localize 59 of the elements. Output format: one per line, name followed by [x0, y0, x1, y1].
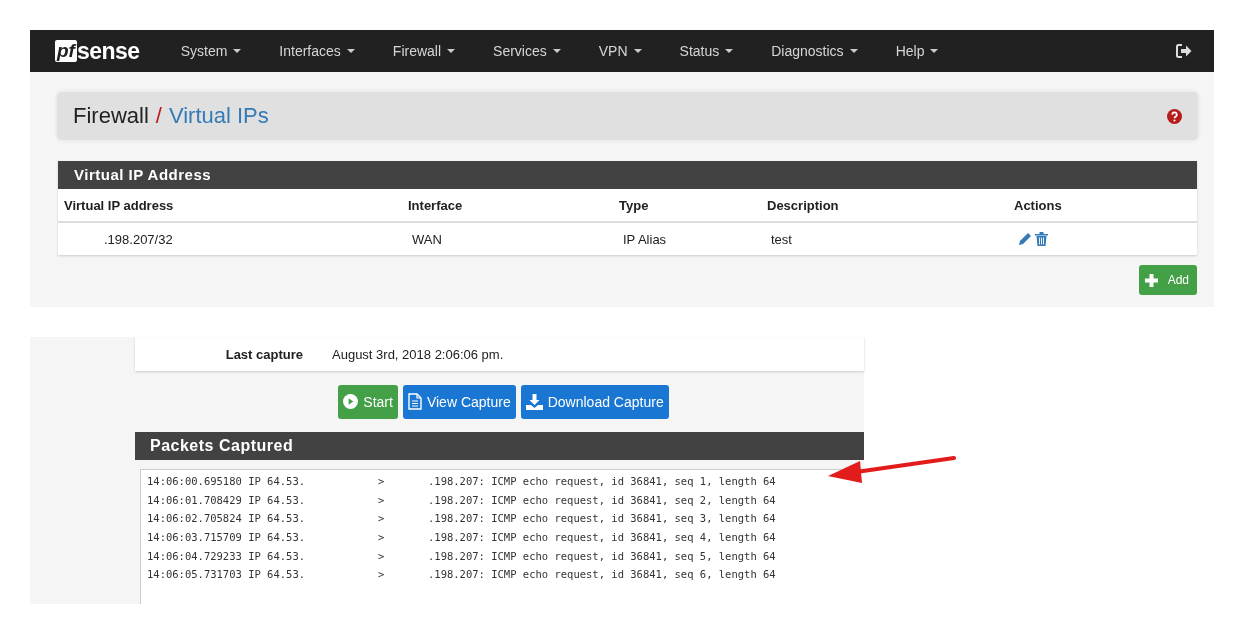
- panel-heading: Virtual IP Address: [58, 161, 1197, 189]
- caret-icon: [346, 49, 355, 53]
- packet-source: 14:06:05.731703 IP 64.53.: [147, 568, 307, 581]
- nav-menu-item[interactable]: Help: [876, 43, 958, 59]
- column-header: Interface: [402, 189, 613, 222]
- nav-menu-item[interactable]: System: [161, 43, 261, 59]
- breadcrumb-separator: /: [155, 103, 162, 129]
- packet-destination: .198.207: ICMP echo request, id 36841, seq 6, length 64: [428, 568, 776, 581]
- caret-icon: [930, 49, 939, 53]
- packet-destination: .198.207: ICMP echo request, id 36841, seq 5, length 64: [428, 549, 776, 562]
- nav-menu-item[interactable]: Status: [660, 43, 753, 59]
- document-icon: [407, 393, 422, 410]
- nav-menu-item[interactable]: VPN: [579, 43, 661, 59]
- packet-destination: .198.207: ICMP echo request, id 36841, seq 1, length 64: [428, 475, 776, 488]
- column-header: Actions: [1008, 189, 1197, 222]
- column-header: Type: [613, 189, 761, 222]
- packet-source: 14:06:01.708429 IP 64.53.: [147, 493, 307, 506]
- table-cell: IP Alias: [613, 222, 761, 255]
- table-cell: .198.207/32: [58, 222, 402, 255]
- nav-menu-item[interactable]: Diagnostics: [752, 43, 877, 59]
- packet-destination: .198.207: ICMP echo request, id 36841, seq 3, length 64: [428, 512, 776, 525]
- column-header: Description: [761, 189, 1008, 222]
- pencil-icon[interactable]: [1018, 232, 1032, 246]
- trash-icon[interactable]: [1035, 232, 1048, 246]
- packet-source: 14:06:02.705824 IP 64.53.: [147, 512, 307, 525]
- nav-menu-item[interactable]: Services: [474, 43, 580, 59]
- breadcrumb-parent: Firewall: [73, 103, 149, 129]
- packet-arrow: >: [378, 549, 386, 562]
- caret-icon: [447, 49, 456, 53]
- caret-icon: [633, 49, 642, 53]
- packet-destination: .198.207: ICMP echo request, id 36841, seq 4, length 64: [428, 531, 776, 544]
- nav-menu-item[interactable]: Firewall: [373, 43, 475, 59]
- download-button[interactable]: Download Capture: [520, 384, 669, 419]
- packet-arrow: >: [378, 531, 386, 544]
- packet-arrow: >: [378, 512, 386, 525]
- packet-arrow: >: [378, 493, 386, 506]
- packet-destination: .198.207: ICMP echo request, id 36841, seq 2, length 64: [428, 493, 776, 506]
- caret-icon: [849, 49, 858, 53]
- download-icon: [525, 393, 543, 410]
- caret-icon: [725, 49, 734, 53]
- panel-heading: Packets Captured: [135, 432, 864, 460]
- packet-source: 14:06:00.695180 IP 64.53.: [147, 475, 307, 488]
- packet-arrow: >: [378, 475, 386, 488]
- logout-icon[interactable]: [1176, 44, 1192, 58]
- caret-icon: [552, 49, 561, 53]
- packet-source: 14:06:03.715709 IP 64.53.: [147, 531, 307, 544]
- table-cell: test: [761, 222, 1008, 255]
- help-icon[interactable]: [1167, 108, 1182, 124]
- view-button[interactable]: View Capture: [402, 384, 516, 419]
- caret-icon: [233, 49, 242, 53]
- play-icon: [343, 394, 359, 409]
- plus-icon: [1144, 273, 1158, 287]
- packet-source: 14:06:04.729233 IP 64.53.: [147, 549, 307, 562]
- table-cell: WAN: [402, 222, 613, 255]
- packet-arrow: >: [378, 568, 386, 581]
- nav-menu-item[interactable]: Interfaces: [260, 43, 374, 59]
- last-capture-value: August 3rd, 2018 2:06:06 pm.: [332, 346, 504, 362]
- column-header: Virtual IP address: [58, 189, 402, 222]
- last-capture-label: Last capture: [224, 346, 303, 362]
